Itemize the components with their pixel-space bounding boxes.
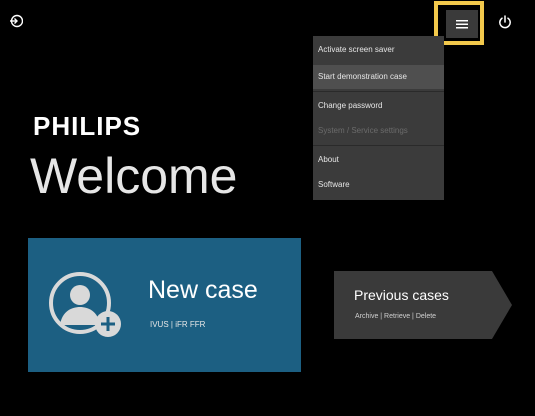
power-icon[interactable] bbox=[497, 14, 513, 30]
new-case-subtitle: IVUS | iFR FFR bbox=[150, 320, 206, 329]
brand-logo: PHILIPS bbox=[33, 111, 142, 141]
menu-button[interactable] bbox=[446, 10, 478, 38]
login-icon[interactable] bbox=[9, 14, 24, 28]
menu-divider bbox=[313, 91, 444, 92]
user-add-icon bbox=[46, 269, 128, 343]
previous-cases-tile[interactable]: Previous cases Archive | Retrieve | Dele… bbox=[334, 271, 512, 339]
new-case-title: New case bbox=[148, 276, 258, 304]
main-menu-dropdown: Activate screen saver Start demonstratio… bbox=[313, 36, 444, 200]
menu-item-system-service-settings: System / Service settings bbox=[318, 126, 408, 135]
menu-item-change-password[interactable]: Change password bbox=[313, 94, 444, 118]
previous-cases-subtitle: Archive | Retrieve | Delete bbox=[355, 313, 437, 320]
previous-cases-title: Previous cases bbox=[354, 287, 449, 303]
previous-cases-shape bbox=[334, 271, 512, 339]
menu-item-about[interactable]: About bbox=[313, 148, 444, 172]
menu-item-activate-screen-saver[interactable]: Activate screen saver bbox=[313, 38, 444, 62]
welcome-screen: Activate screen saver Start demonstratio… bbox=[0, 0, 535, 416]
welcome-heading: Welcome bbox=[30, 148, 238, 204]
menu-divider bbox=[313, 145, 444, 146]
new-case-tile[interactable]: New case IVUS | iFR FFR bbox=[28, 238, 301, 372]
hamburger-menu-icon bbox=[456, 19, 468, 28]
menu-item-software[interactable]: Software bbox=[313, 173, 444, 197]
menu-item-start-demonstration-case[interactable]: Start demonstration case bbox=[313, 65, 444, 89]
